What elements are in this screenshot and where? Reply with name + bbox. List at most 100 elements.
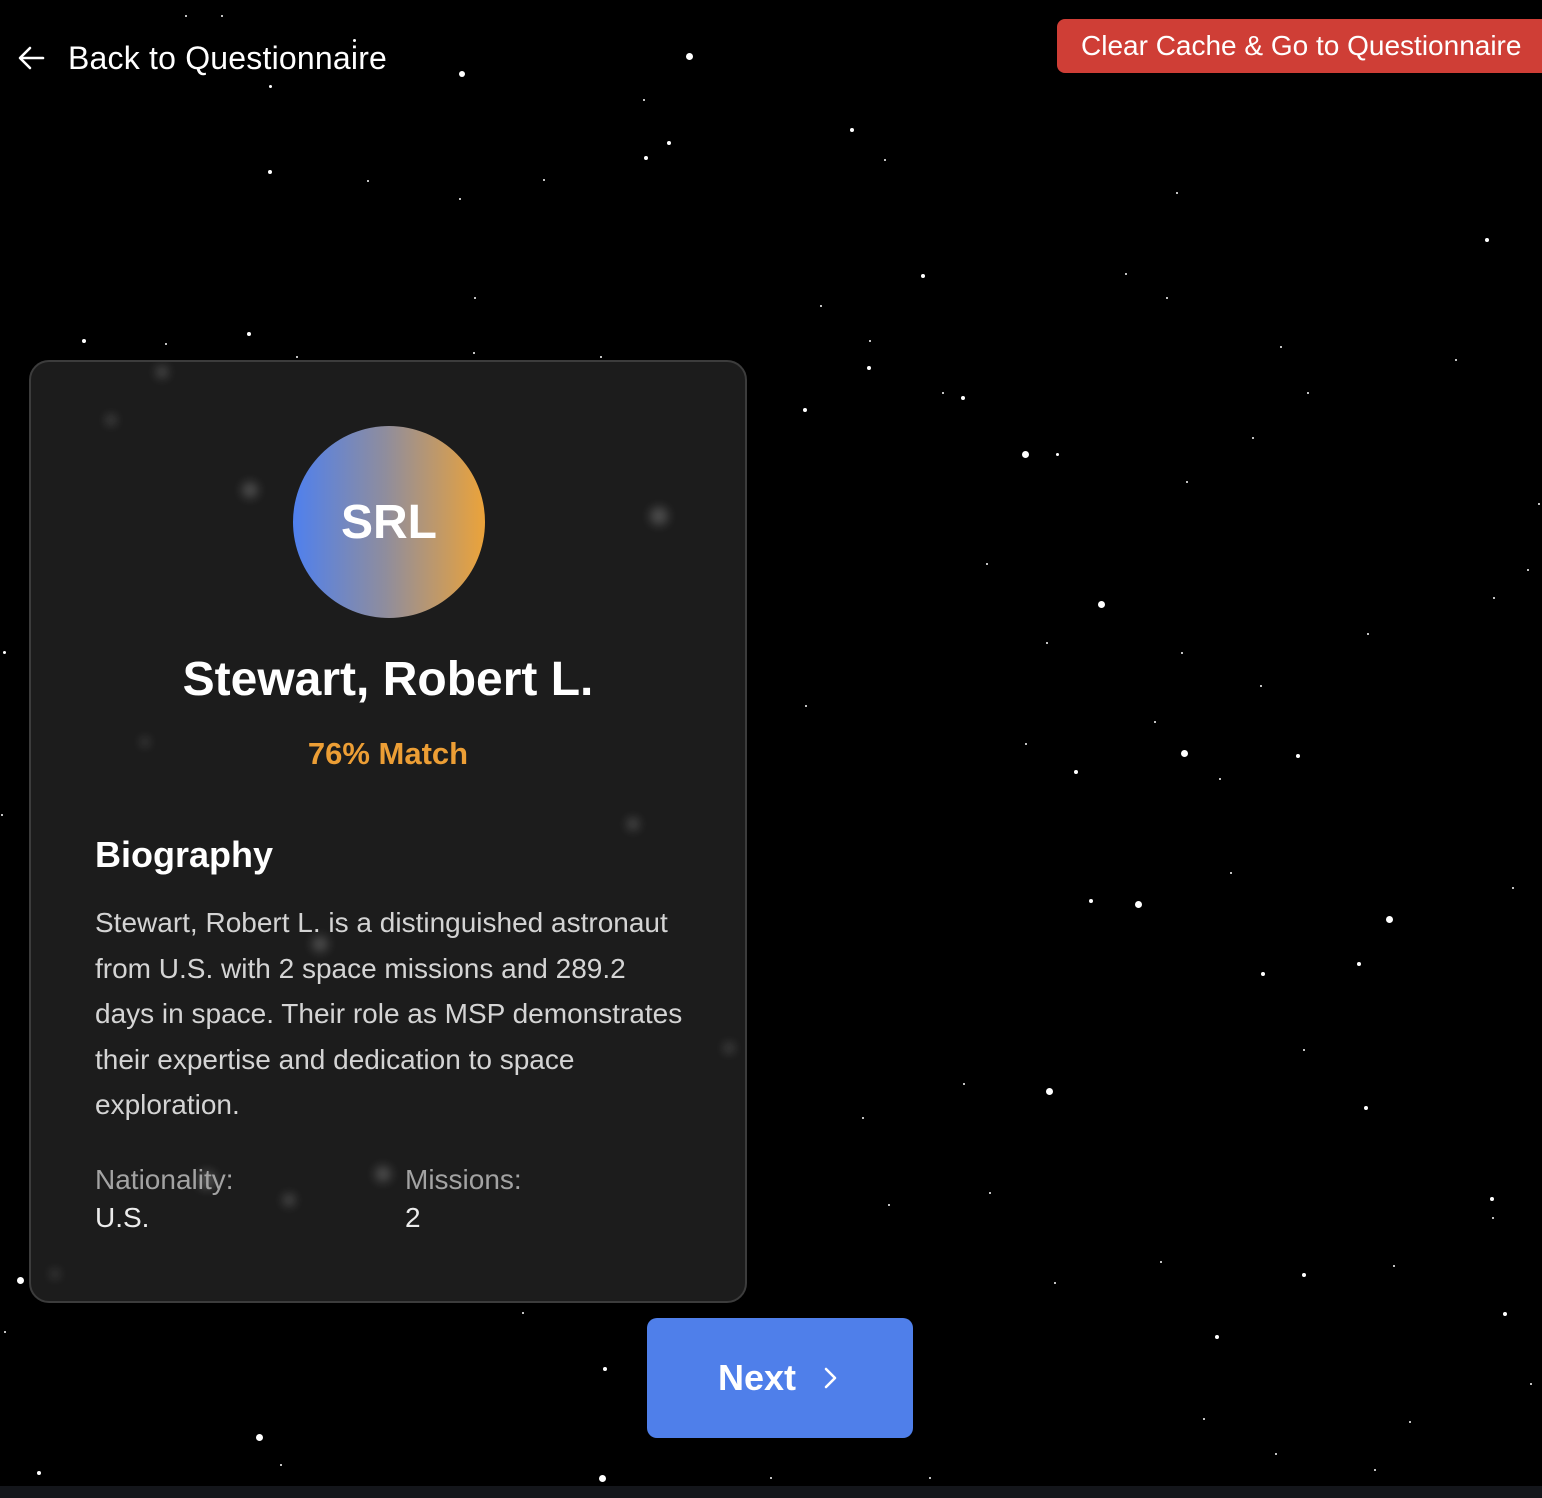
star	[1252, 437, 1254, 439]
starfield-page: Back to Questionnaire Clear Cache & Go t…	[0, 0, 1542, 1498]
nationality-label: Nationality:	[95, 1164, 234, 1195]
blurred-star	[242, 482, 258, 498]
star	[867, 366, 871, 370]
star	[1538, 503, 1540, 505]
star	[1230, 872, 1232, 874]
star	[1021, 450, 1029, 458]
star	[1275, 1453, 1277, 1455]
blurred-star	[650, 507, 668, 525]
star	[1160, 1261, 1162, 1263]
star	[1045, 1087, 1053, 1095]
next-button-label: Next	[717, 1357, 797, 1398]
star	[1215, 1335, 1219, 1339]
star	[603, 1367, 607, 1371]
blurred-star	[724, 1043, 734, 1053]
star	[1357, 962, 1361, 966]
star	[1166, 297, 1168, 299]
star	[884, 159, 886, 161]
star	[1097, 600, 1105, 608]
star	[255, 1433, 263, 1441]
star	[1046, 642, 1048, 644]
star	[185, 15, 187, 17]
star	[268, 170, 272, 174]
star	[4, 1331, 6, 1333]
star	[1176, 192, 1178, 194]
avatar-initials: SRL	[341, 495, 437, 549]
star	[598, 1474, 606, 1482]
star	[644, 156, 648, 160]
star	[1512, 887, 1514, 889]
star	[1527, 569, 1529, 571]
star	[1385, 915, 1393, 923]
blurred-star	[156, 366, 168, 378]
blurred-star	[375, 1166, 391, 1182]
star	[474, 297, 476, 299]
star	[862, 1117, 864, 1119]
star	[1303, 1049, 1305, 1051]
star	[1055, 452, 1059, 456]
clear-cache-button[interactable]: Clear Cache & Go to Questionnaire	[1057, 19, 1542, 73]
star	[1493, 597, 1495, 599]
star	[221, 15, 223, 17]
star	[600, 356, 602, 358]
star	[1219, 778, 1221, 780]
nationality-stat: Nationality: U.S.	[95, 1162, 234, 1238]
star	[1025, 743, 1027, 745]
next-button[interactable]: Next	[647, 1318, 913, 1438]
star	[367, 180, 369, 182]
biography-text: Stewart, Robert L. is a distinguished as…	[95, 907, 683, 1120]
star	[961, 396, 965, 400]
missions-value: 2	[405, 1202, 421, 1233]
star	[770, 1477, 772, 1479]
match-percentage: 76% Match	[307, 736, 469, 771]
star	[989, 1192, 991, 1194]
star	[280, 1464, 282, 1466]
star	[1296, 754, 1300, 758]
star	[667, 141, 671, 145]
star	[1307, 392, 1309, 394]
star	[1280, 346, 1282, 348]
star	[1503, 1312, 1507, 1316]
bottom-edge-strip	[0, 1486, 1542, 1498]
star	[869, 340, 871, 342]
star	[1154, 721, 1156, 723]
star	[921, 274, 925, 278]
star	[1409, 1421, 1411, 1423]
avatar: SRL	[293, 426, 485, 618]
star	[685, 52, 693, 60]
star	[1180, 749, 1188, 757]
blurred-star	[283, 1194, 295, 1206]
star	[37, 1471, 41, 1475]
back-to-questionnaire-link[interactable]: Back to Questionnaire	[16, 36, 387, 80]
star	[1261, 972, 1265, 976]
star	[1134, 900, 1142, 908]
star	[1302, 1273, 1306, 1277]
star	[805, 705, 807, 707]
star	[296, 356, 298, 358]
star	[1364, 1106, 1368, 1110]
missions-label: Missions:	[405, 1164, 522, 1195]
star	[1181, 652, 1183, 654]
blurred-star	[51, 1270, 59, 1278]
star	[1492, 1217, 1494, 1219]
astronaut-card: SRL Stewart, Robert L. 76% Match Biograp…	[29, 360, 747, 1303]
back-link-label: Back to Questionnaire	[68, 39, 388, 76]
star	[929, 1477, 931, 1479]
star	[1125, 273, 1127, 275]
star	[942, 392, 944, 394]
star	[522, 1312, 524, 1314]
star	[16, 1276, 24, 1284]
star	[820, 305, 822, 307]
star	[459, 198, 461, 200]
star	[888, 1204, 890, 1206]
astronaut-name: Stewart, Robert L.	[182, 653, 594, 706]
star	[1455, 359, 1457, 361]
star	[459, 71, 465, 77]
star	[963, 1083, 965, 1085]
star	[1260, 685, 1262, 687]
star	[803, 408, 807, 412]
star	[247, 332, 251, 336]
star	[1530, 1383, 1532, 1385]
star	[986, 563, 988, 565]
star	[643, 99, 645, 101]
